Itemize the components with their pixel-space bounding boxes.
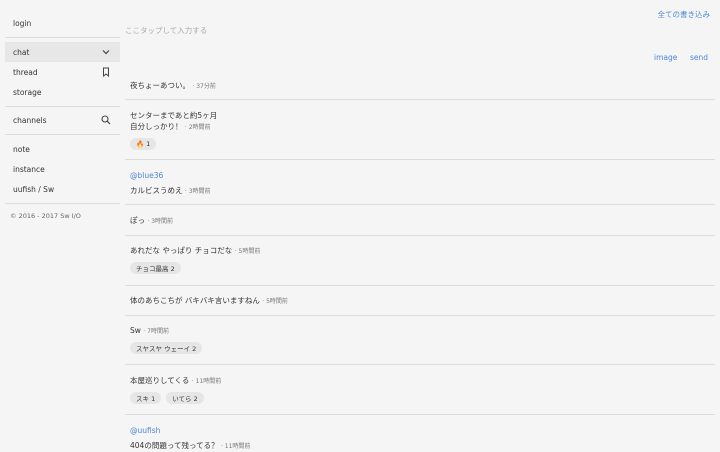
message-divider [125,414,715,415]
sidebar-divider [5,37,120,38]
sidebar-divider [5,106,120,107]
sidebar-divider [5,203,120,204]
sidebar-item-label: chat [13,47,30,57]
message-divider [125,235,715,236]
message-text: ぽっ [130,216,145,225]
sidebar-item-label: storage [13,87,42,97]
message-divider [125,285,715,286]
sidebar-item-label: login [13,18,32,28]
send-button[interactable]: send [690,53,708,62]
message-author[interactable]: @blue36 [130,170,211,181]
message-item[interactable]: センターまであと約5ヶ月 自分しっかり！ · 2時間前 🔥 1 [130,110,217,150]
message-text: センターまであと約5ヶ月 [130,111,218,120]
bookmark-icon[interactable] [101,67,111,77]
message-time: 5時間前 [238,248,261,255]
message-item[interactable]: 体のあちこちが バキバキ言いますねん · 5時間前 [130,295,288,307]
message-divider [125,99,715,100]
message-time: 2時間前 [188,124,211,131]
reaction-chip[interactable]: チョコ最高 2 [130,262,181,274]
sidebar-item-label: uufish / Sw [13,184,55,194]
sidebar-item-instance[interactable]: instance [5,159,120,179]
sidebar-item-label: note [13,144,30,154]
sidebar-item-login[interactable]: login [5,13,120,33]
sidebar-item-channels[interactable]: channels [5,110,120,130]
sidebar-item-storage[interactable]: storage [5,82,120,102]
sidebar-item-profile[interactable]: uufish / Sw [5,179,120,199]
search-icon[interactable] [101,115,111,125]
sidebar: login chat thread storage channels note … [0,0,125,450]
message-time: 11時間前 [224,443,251,450]
sidebar-item-note[interactable]: note [5,139,120,159]
message-divider [125,315,715,316]
image-button[interactable]: image [654,53,677,62]
message-divider [125,364,715,365]
all-posts-link[interactable]: 全ての書き込み [658,9,711,20]
message-item[interactable]: Sw · 7時間前 スヤスヤ ウェーイ 2 [130,325,203,354]
reaction-chip[interactable]: 🔥 1 [130,138,157,150]
message-item[interactable]: @uufish 404の問題って残ってる？ · 11時間前 [130,425,250,452]
message-item[interactable]: 夜ちょーあつい。 · 37分前 [130,80,216,92]
reaction-chip[interactable]: いてら 2 [166,392,204,404]
sidebar-item-thread[interactable]: thread [5,62,120,82]
message-item[interactable]: 本屋巡りしてくる · 11時間前 スキ 1 いてら 2 [130,375,221,404]
message-item[interactable]: あれだな やっぱり チョコだな · 5時間前 チョコ最高 2 [130,245,260,274]
reaction-chip[interactable]: スヤスヤ ウェーイ 2 [130,342,203,354]
message-text: 本屋巡りしてくる [130,376,190,385]
message-time: 5時間前 [266,298,288,305]
message-time: 11時間前 [195,378,222,385]
message-author[interactable]: @uufish [130,425,250,436]
message-item[interactable]: @blue36 カルビスうめえ · 3時間前 [130,170,211,197]
message-time: 3時間前 [188,188,211,195]
reaction-chip[interactable]: スキ 1 [130,392,162,404]
sidebar-item-label: thread [13,67,38,77]
message-text: 自分しっかり！ [130,122,183,131]
sidebar-item-chat[interactable]: chat [5,42,120,62]
sidebar-divider [5,134,120,135]
message-text: 404の問題って残ってる？ [130,441,219,450]
message-input[interactable] [125,26,545,35]
message-divider [125,204,715,205]
message-time: 37分前 [196,83,216,90]
message-time: 3時間前 [151,218,174,225]
message-time: 7時間前 [147,328,169,335]
message-text: あれだな やっぱり チョコだな [130,246,233,255]
message-text: 体のあちこちが バキバキ言いますねん [130,296,260,305]
chevron-down-icon[interactable] [101,47,111,57]
message-text: 夜ちょーあつい。 [130,81,190,90]
main-panel: 全ての書き込み image send 夜ちょーあつい。 · 37分前 センターま… [125,0,720,450]
message-item[interactable]: ぽっ · 3時間前 [130,215,173,227]
sidebar-item-label: channels [13,115,47,125]
message-text: カルビスうめえ [130,186,183,195]
copyright: © 2016 - 2017 Sw I/O [10,212,81,220]
message-text: Sw [130,326,141,335]
message-divider [125,159,715,160]
sidebar-item-label: instance [13,164,45,174]
